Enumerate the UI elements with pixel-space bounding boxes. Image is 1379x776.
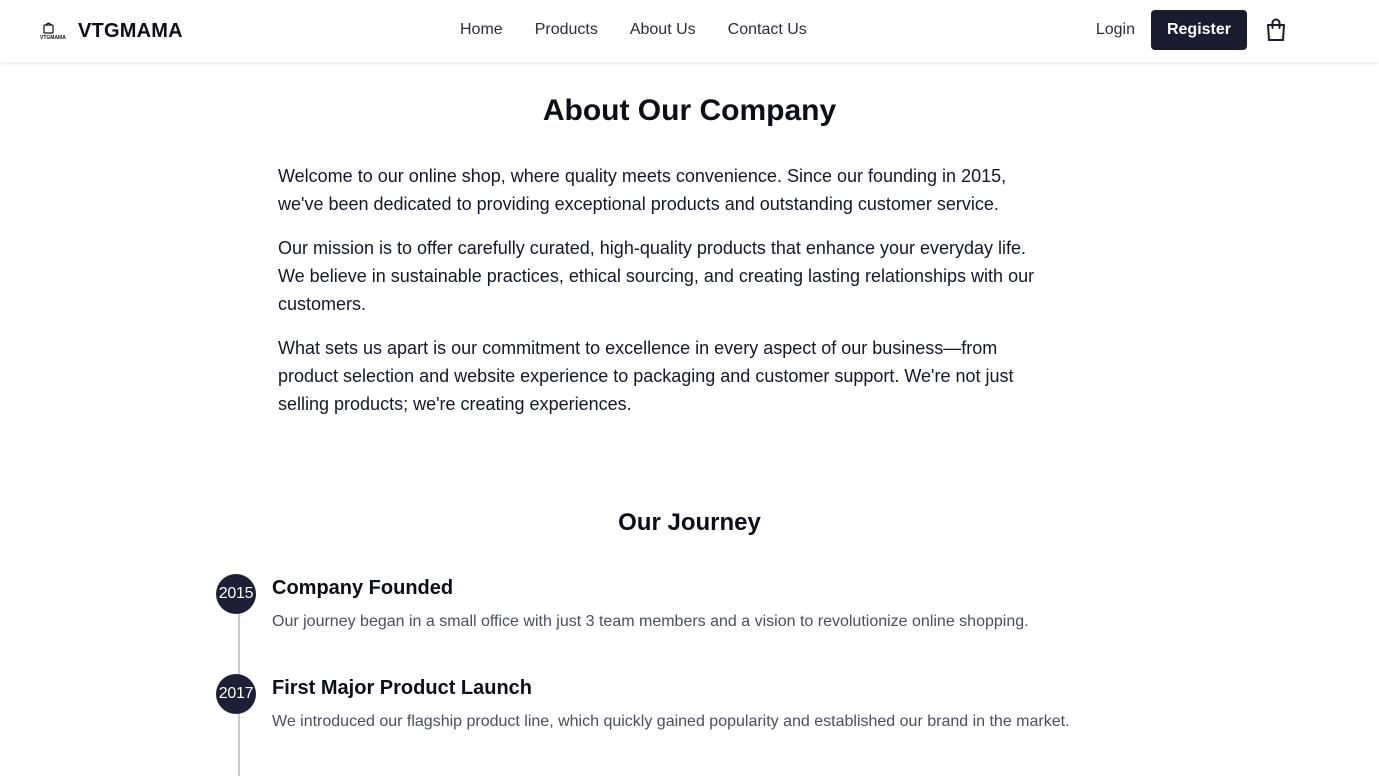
about-paragraph-mission: Our mission is to offer carefully curate… <box>278 238 1035 314</box>
nav-home[interactable]: Home <box>460 20 503 40</box>
brand-name: VTGMAMA <box>78 19 183 42</box>
timeline-year-badge: 2017 <box>216 674 256 714</box>
brand-logo: VTGMAMA <box>40 21 68 41</box>
milestone-description: We introduced our flagship product line,… <box>272 713 1070 730</box>
milestone-title: Company Founded <box>272 577 454 599</box>
brand[interactable]: VTGMAMA VTGMAMA <box>40 18 183 44</box>
login-link[interactable]: Login <box>1096 20 1135 40</box>
about-title: About Our Company <box>542 94 837 127</box>
top-navbar: VTGMAMA VTGMAMA Home Products About Us C… <box>0 0 1379 62</box>
about-content: Welcome to our online shop, where qualit… <box>278 162 1048 434</box>
about-paragraph-welcome: Welcome to our online shop, where qualit… <box>278 166 1007 214</box>
nav-contact-us[interactable]: Contact Us <box>728 20 807 40</box>
timeline-year-badge: 2015 <box>216 574 256 614</box>
register-button[interactable]: Register <box>1150 10 1247 50</box>
milestone-title: First Major Product Launch <box>272 677 533 699</box>
account-actions: Login Register <box>1096 10 1287 50</box>
about-paragraph-difference: What sets us apart is our commitment to … <box>278 338 1014 414</box>
main-nav: Home Products About Us Contact Us <box>460 20 839 40</box>
logo-text: VTGMAMA <box>40 35 66 41</box>
bag-logo-icon: VTGMAMA <box>40 22 66 41</box>
shopping-bag-icon[interactable] <box>1265 18 1287 42</box>
nav-about-us[interactable]: About Us <box>630 20 696 40</box>
nav-products[interactable]: Products <box>535 20 598 40</box>
milestone-description: Our journey began in a small office with… <box>272 613 1029 630</box>
journey-title: Our Journey <box>618 509 761 536</box>
